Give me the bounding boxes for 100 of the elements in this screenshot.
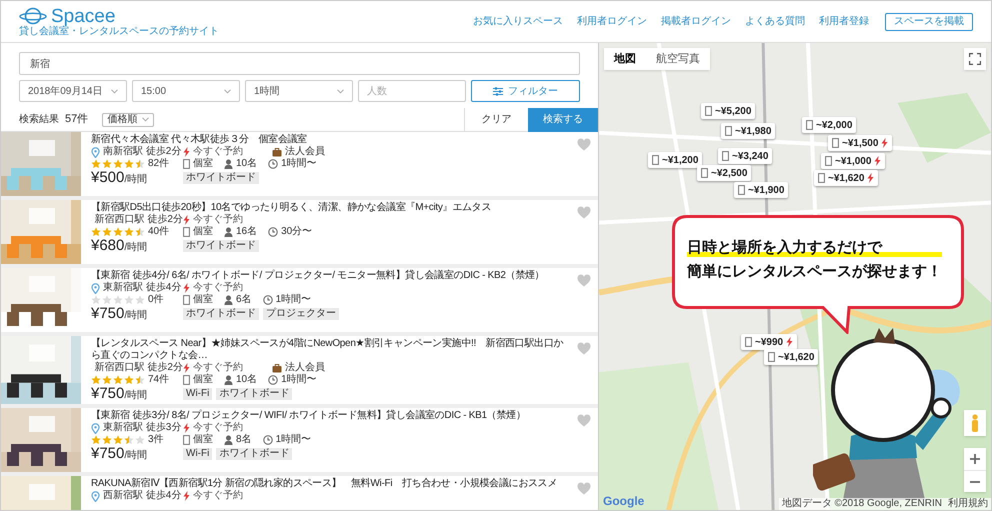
heart-icon[interactable]: [577, 414, 591, 427]
door-icon: [183, 159, 190, 169]
nav-link[interactable]: お気に入りスペース: [473, 14, 563, 29]
listing-title[interactable]: RAKUNA新宿Ⅳ【西新宿駅1分 新宿の隠れ家的スペース】 無料Wi-Fi 打ち合わせ・小規模会議におススメ: [91, 478, 566, 490]
price-marker[interactable]: ~¥1,620: [764, 349, 818, 365]
feature-tag: Wi-Fi: [183, 388, 212, 400]
sort-select[interactable]: 価格順: [102, 112, 154, 126]
terms-link[interactable]: 利用規約: [948, 498, 988, 510]
listing-card[interactable]: 【新宿駅D5出口徒歩20秒】10名でゆったり明るく、清潔、静かな会議室『M+city』エムタス 新宿西口駅 徒歩2分 今すぐ予約 40件 個室 16名 30分〜 ¥680/時間 ホワイトボード: [1, 200, 598, 264]
price-unit: /時間: [124, 390, 148, 402]
room-type-text: 個室: [193, 226, 213, 238]
price-marker[interactable]: ~¥5,200: [701, 103, 756, 119]
heart-icon[interactable]: [577, 342, 591, 355]
nav-link[interactable]: 掲載者ログイン: [661, 14, 731, 29]
door-icon: [725, 126, 732, 136]
star-icon: [124, 295, 134, 305]
price-text: ¥680: [91, 238, 124, 253]
instant-booking-text: 今すぐ予約: [193, 146, 243, 158]
price-marker[interactable]: ~¥2,500: [697, 165, 752, 181]
star-icon: [124, 375, 134, 385]
listing-card[interactable]: 新宿代々木会議室 代々木駅徒歩３分 個室会議室 南新宿駅 徒歩2分 今すぐ予約 法人会員 82件 個室 10名 1時間〜 ¥500/時間 ホワイトボード: [1, 132, 598, 196]
door-icon: [722, 151, 729, 161]
room-type-text: 個室: [193, 374, 213, 386]
callout-text: 日時と場所を入力するだけで: [687, 239, 942, 257]
location-field[interactable]: 新宿: [19, 52, 580, 75]
listing-title[interactable]: 【新宿駅D5出口徒歩20秒】10名でゆったり明るく、清潔、静かな会議室『M+city』エムタス: [91, 202, 566, 214]
listing-card[interactable]: RAKUNA新宿Ⅳ【西新宿駅1分 新宿の隠れ家的スペース】 無料Wi-Fi 打ち合わせ・小規模会議におススメ 西新宿駅 徒歩4分 今すぐ予約: [1, 476, 598, 510]
clock-icon: [268, 227, 278, 237]
lightning-icon: [183, 283, 190, 293]
select-field[interactable]: 2018年09月14日: [19, 80, 127, 102]
price-marker[interactable]: ~¥1,500: [828, 135, 892, 151]
instant-booking-text: 今すぐ予約: [193, 214, 243, 226]
star-icon: [91, 435, 101, 445]
listing-title[interactable]: 【東新宿 徒歩4分/ 6名/ ホワイトボード/ プロジェクター/ モニター無料】貸し会議室のDIC - KB2（禁煙）: [91, 270, 566, 282]
price-marker[interactable]: ~¥1,900: [734, 182, 788, 198]
select-field[interactable]: 1時間: [245, 80, 353, 102]
heart-icon[interactable]: [577, 206, 591, 219]
listing-card[interactable]: 【東新宿 徒歩3分/ 8名/ プロジェクター/ WIFI/ ホワイトボード無料】貸し会議室のDIC - KB1（禁煙） 東新宿駅 徒歩3分 今すぐ予約 3件 個室 8名 1時間〜 ¥750/時間 Wi-Fi ホワイトボード: [1, 408, 598, 472]
minimum-time-text: 1時間〜: [276, 434, 312, 446]
logo-text[interactable]: Spacee: [51, 6, 116, 26]
instant-booking-text: 今すぐ予約: [193, 490, 243, 502]
tagline: 貸し会議室・レンタルスペースの予約サイト: [19, 27, 219, 37]
price-marker[interactable]: ~¥1,000: [821, 153, 886, 169]
select-field[interactable]: 15:00: [132, 80, 240, 102]
heart-icon[interactable]: [577, 138, 591, 151]
star-icon: [135, 435, 145, 445]
list-space-button[interactable]: スペースを掲載: [885, 12, 973, 30]
price-unit: /時間: [124, 450, 148, 462]
sliders-icon: [493, 86, 503, 96]
filter-button[interactable]: フィルター: [471, 80, 580, 102]
nav-link[interactable]: よくある質問: [745, 14, 805, 29]
star-icon: [135, 227, 145, 237]
star-icon: [135, 159, 145, 169]
capacity-text: 8名: [236, 434, 252, 446]
price-unit: /時間: [124, 242, 148, 254]
star-icon: [91, 159, 101, 169]
lightning-icon: [183, 363, 190, 373]
street-view-button[interactable]: [964, 410, 986, 436]
price-text: ¥750: [91, 386, 124, 401]
price-marker[interactable]: ~¥1,980: [721, 123, 776, 139]
price-marker[interactable]: ~¥1,200: [648, 152, 702, 168]
price-text: ¥750: [91, 446, 124, 461]
price-marker[interactable]: ~¥990: [741, 334, 798, 350]
map-type-tab[interactable]: 地図: [604, 48, 646, 70]
price-marker[interactable]: ~¥1,620: [814, 170, 878, 186]
heart-icon[interactable]: [577, 482, 591, 495]
heart-icon[interactable]: [577, 274, 591, 287]
station-text: 東新宿駅 徒歩3分: [103, 422, 182, 434]
nav-link[interactable]: 利用者登録: [819, 14, 869, 29]
minimum-time-text: 1時間〜: [281, 158, 317, 170]
minimum-time-text: 30分〜: [281, 226, 312, 238]
review-count: 40件: [148, 226, 170, 238]
capacity-text: 10名: [236, 374, 258, 386]
nav-link[interactable]: 利用者ログイン: [577, 14, 647, 29]
price-marker[interactable]: ~¥2,000: [802, 117, 856, 133]
fullscreen-button[interactable]: [964, 48, 986, 70]
listing-title[interactable]: 【東新宿 徒歩3分/ 8名/ プロジェクター/ WIFI/ ホワイトボード無料】貸し会議室のDIC - KB1（禁煙）: [91, 410, 566, 422]
feature-tag: ホワイトボード: [216, 448, 292, 460]
star-icon: [113, 159, 123, 169]
clock-icon: [268, 375, 278, 385]
clock-icon: [268, 159, 278, 169]
lightning-icon: [183, 423, 190, 433]
listing-title[interactable]: 新宿代々木会議室 代々木駅徒歩３分 個室会議室: [91, 134, 566, 146]
price-unit: /時間: [124, 310, 148, 322]
listing-title[interactable]: 【レンタルスペース Near】★姉妹スペースが4階にNewOpen★割引キャンペーン実施中!! 新宿西口駅出口から直ぐのコンパクトな会…: [91, 338, 566, 362]
map-type-tab[interactable]: 航空写真: [646, 48, 710, 70]
listing-card[interactable]: 【東新宿 徒歩4分/ 6名/ ホワイトボード/ プロジェクター/ モニター無料】貸し会議室のDIC - KB2（禁煙） 東新宿駅 徒歩4分 今すぐ予約 0件 個室 6名 1時間〜 ¥750/時間 ホワイトボード プロジェクター: [1, 268, 598, 332]
listing-card[interactable]: 【レンタルスペース Near】★姉妹スペースが4階にNewOpen★割引キャンペーン実施中!! 新宿西口駅出口から直ぐのコンパクトな会… 新宿西口駅 徒歩2分 今すぐ予約 法人会員 74件 個室 10名 1時間〜 ¥750/時間 Wi-Fi ホワイトボード: [1, 336, 598, 404]
minimum-time-text: 1時間〜: [276, 294, 312, 306]
price-marker[interactable]: ~¥3,240: [718, 148, 772, 164]
briefcase-icon: [272, 148, 282, 156]
feature-tag: ホワイトボード: [216, 388, 292, 400]
search-button[interactable]: 検索する: [528, 108, 598, 132]
person-icon: [224, 435, 233, 445]
star-icon: [113, 375, 123, 385]
clock-icon: [262, 295, 273, 305]
station-text: 南新宿駅 徒歩2分: [103, 146, 182, 158]
people-field[interactable]: 人数: [358, 80, 466, 102]
door-icon: [652, 155, 659, 165]
plus-icon: [970, 454, 980, 464]
